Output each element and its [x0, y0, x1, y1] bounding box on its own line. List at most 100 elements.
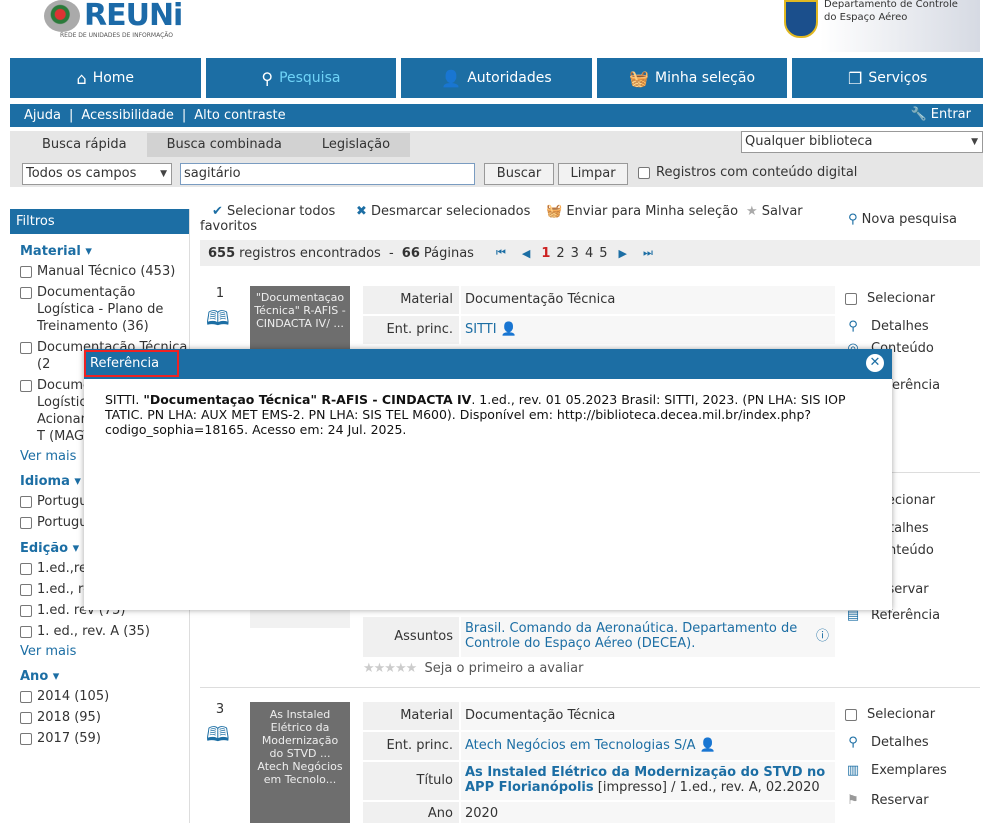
exemplares-label: Exemplares [871, 763, 947, 778]
link-alto-contraste[interactable]: Alto contraste [194, 108, 285, 123]
filter-ano-title[interactable]: Ano ▾ [20, 669, 189, 684]
salvar-button[interactable]: ★ Salvar [746, 204, 803, 219]
book-icon[interactable]: 🕮 [206, 720, 230, 754]
select-all-button[interactable]: ✔ Selecionar todos [212, 204, 335, 219]
reference-title: "Documentaçao Técnica" R-AFIS - CINDACTA… [143, 392, 472, 407]
chevron-down-icon: ▼ [971, 137, 978, 147]
page-1[interactable]: 1 [541, 246, 550, 261]
tab-legislacao[interactable]: Legislação [301, 133, 411, 157]
page-5[interactable]: 5 [599, 246, 607, 261]
field-value[interactable]: As Instaled Elétrico da Modernização do … [461, 762, 835, 800]
ver-mais-link[interactable]: Ver mais [20, 644, 189, 659]
last-page-icon[interactable]: ⏭ [643, 246, 653, 260]
send-selection-label: Enviar para Minha seleção [566, 204, 739, 219]
book-icon[interactable]: 🕮 [206, 304, 230, 338]
checkbox[interactable] [20, 287, 32, 299]
stars-icon[interactable]: ★★★★★ [363, 661, 417, 676]
main-nav: ⌂ Home ⚲ Pesquisa 👤 Autoridades 🧺 Minha sele… [10, 58, 983, 98]
checkbox[interactable] [20, 496, 32, 508]
digital-content-label: Registros com conteúdo digital [656, 165, 858, 180]
filter-item[interactable]: 2014 (105) [20, 688, 189, 705]
checkbox[interactable] [20, 712, 32, 724]
decea-line2: do Espaço Aéreo [824, 12, 908, 23]
filter-material-title[interactable]: Material ▾ [20, 244, 189, 259]
nav-home[interactable]: ⌂ Home [10, 58, 201, 98]
entrar-link[interactable]: 🔧 Entrar [910, 107, 971, 122]
deselect-button[interactable]: ✖ Desmarcar selecionados [356, 204, 530, 219]
field-value-link[interactable]: Brasil. Comando da Aeronaútica. Departam… [461, 617, 835, 657]
checkbox[interactable] [20, 605, 32, 617]
nav-minha-selecao[interactable]: 🧺 Minha seleção [596, 58, 788, 98]
link-acessibilidade[interactable]: Acessibilidade [81, 108, 174, 123]
decea-logo: Departamento de Controle do Espaço Aéreo [780, 0, 980, 52]
favoritos-label[interactable]: favoritos [200, 219, 257, 234]
first-page-icon[interactable]: ⏮ [496, 246, 506, 260]
close-icon[interactable]: ✕ [866, 354, 884, 372]
nav-autoridades[interactable]: 👤 Autoridades [401, 58, 592, 98]
checkbox[interactable] [20, 563, 32, 575]
tab-busca-combinada[interactable]: Busca combinada [146, 133, 302, 157]
filter-item[interactable]: 2018 (95) [20, 709, 189, 726]
checkbox[interactable] [20, 342, 32, 354]
details-link[interactable]: ⚲ Detalhes [845, 319, 928, 334]
record-thumbnail[interactable]: As Instaled Elétrico da Modernização do … [250, 702, 350, 823]
ent-princ-link[interactable]: SITTI [465, 322, 497, 337]
checkbox[interactable] [20, 691, 32, 703]
result-count: 655 [208, 245, 236, 261]
filter-item[interactable]: Documentação Logística - Plano de Treina… [20, 284, 189, 335]
checkbox[interactable] [20, 266, 32, 278]
search-tabs: Busca rápida Busca combinada Legislação [22, 133, 411, 157]
nav-minha-selecao-label: Minha seleção [655, 70, 756, 86]
library-select[interactable]: Qualquer biblioteca ▼ [741, 131, 983, 153]
ent-princ-link[interactable]: Atech Negócios em Tecnologias S/A [465, 738, 696, 753]
dialog-header: Referência ✕ [84, 349, 892, 379]
checkbox[interactable] [638, 166, 650, 179]
filter-item[interactable]: 2017 (59) [20, 730, 189, 747]
filter-item[interactable]: 1. ed., rev. A (35) [20, 623, 189, 640]
info-icon[interactable]: ⓘ [816, 629, 829, 644]
filter-item-label: 1. ed., rev. A (35) [37, 624, 150, 639]
search-area: Busca rápida Busca combinada Legislação … [10, 131, 983, 187]
field-value-link[interactable]: SITTI 👤 [461, 316, 835, 344]
field-select[interactable]: Todos os campos ▼ [22, 163, 172, 185]
select-record[interactable]: Selecionar [845, 707, 935, 722]
digital-content-checkbox[interactable]: Registros com conteúdo digital [638, 165, 857, 180]
divider [200, 687, 980, 688]
checkbox[interactable] [20, 626, 32, 638]
reservar-link[interactable]: ⚑ Reservar [845, 793, 928, 808]
checkbox[interactable] [20, 380, 32, 392]
field-value-link[interactable]: Atech Negócios em Tecnologias S/A 👤 [461, 732, 835, 760]
reference-link[interactable]: ▤ Referência [845, 608, 940, 623]
checkbox[interactable] [845, 708, 857, 721]
page-3[interactable]: 3 [571, 246, 579, 261]
nav-pesquisa[interactable]: ⚲ Pesquisa [205, 58, 397, 98]
checkbox[interactable] [20, 517, 32, 529]
buscar-button[interactable]: Buscar [484, 163, 554, 185]
search-refresh-icon: ⚲ [848, 212, 858, 227]
filter-item[interactable]: Manual Técnico (453) [20, 263, 189, 280]
checkbox[interactable] [20, 584, 32, 596]
checkbox[interactable] [20, 733, 32, 745]
checkbox[interactable] [845, 292, 857, 305]
page-2[interactable]: 2 [556, 246, 564, 261]
separator: | [181, 108, 187, 123]
person-icon[interactable]: 👤 [501, 322, 517, 337]
prev-page-icon[interactable]: ◀ [522, 247, 530, 260]
page-4[interactable]: 4 [585, 246, 593, 261]
assuntos-link[interactable]: Brasil. Comando da Aeronaútica. Departam… [465, 621, 797, 651]
person-icon[interactable]: 👤 [700, 738, 716, 753]
search-input[interactable]: sagitário [180, 163, 475, 185]
exemplares-link[interactable]: ▥ Exemplares [845, 763, 947, 778]
nav-servicos[interactable]: ❐ Serviços [792, 58, 983, 98]
rating[interactable]: ★★★★★ Seja o primeiro a avaliar [363, 661, 583, 676]
tab-busca-rapida[interactable]: Busca rápida [22, 133, 147, 157]
filter-idioma-label: Idioma [20, 474, 70, 489]
details-link[interactable]: ⚲ Detalhes [845, 735, 928, 750]
next-page-icon[interactable]: ▶ [619, 247, 627, 260]
link-ajuda[interactable]: Ajuda [24, 108, 61, 123]
select-record[interactable]: Selecionar [845, 291, 935, 306]
nova-pesquisa-button[interactable]: ⚲ Nova pesquisa [848, 212, 957, 227]
limpar-button[interactable]: Limpar [558, 163, 628, 185]
filter-ano-label: Ano [20, 669, 49, 684]
send-selection-button[interactable]: 🧺 Enviar para Minha seleção [546, 204, 738, 219]
